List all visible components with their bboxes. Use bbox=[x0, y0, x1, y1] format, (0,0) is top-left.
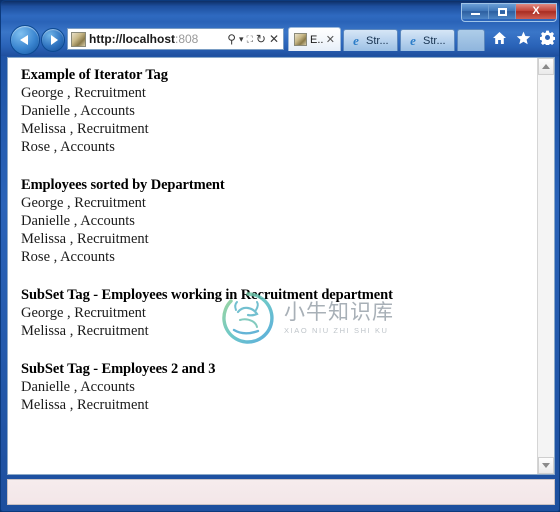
section-heading: SubSet Tag - Employees working in Recrui… bbox=[21, 287, 393, 303]
ie-logo-icon: e bbox=[353, 33, 359, 48]
employee-row: Danielle , Accounts bbox=[21, 103, 135, 119]
back-button[interactable] bbox=[10, 25, 40, 55]
vertical-scrollbar[interactable] bbox=[537, 58, 554, 474]
employee-row: George , Recruitment bbox=[21, 85, 146, 101]
chevron-down-icon[interactable]: ▾ bbox=[239, 34, 244, 44]
employee-row: George , Recruitment bbox=[21, 195, 146, 211]
section-sorted-by-department: Employees sorted by Department George , … bbox=[21, 176, 537, 266]
browser-window: X http://localhost:808 ⚲ ▾ ⛶ ↻ ✕ E... bbox=[0, 0, 560, 512]
section-subset-2-and-3: SubSet Tag - Employees 2 and 3 Danielle … bbox=[21, 360, 537, 414]
compatibility-view-icon[interactable]: ⛶ bbox=[247, 34, 253, 44]
ie-logo-icon: e bbox=[410, 33, 416, 48]
tab-label: E... bbox=[310, 33, 323, 46]
toolbar-right-icons bbox=[492, 30, 555, 45]
tab-close-icon[interactable]: ✕ bbox=[326, 33, 335, 46]
tab-label: Str... bbox=[423, 34, 446, 47]
scroll-up-button[interactable] bbox=[538, 58, 554, 75]
browser-toolbar: http://localhost:808 ⚲ ▾ ⛶ ↻ ✕ E... ✕ e … bbox=[1, 22, 559, 56]
section-heading: SubSet Tag - Employees 2 and 3 bbox=[21, 361, 216, 377]
content-area: Example of Iterator Tag George , Recruit… bbox=[7, 57, 555, 475]
employee-row: George , Recruitment bbox=[21, 305, 146, 321]
url-host: http://localhost bbox=[89, 32, 175, 46]
tab-label: Str... bbox=[366, 34, 389, 47]
minimize-button[interactable] bbox=[462, 4, 489, 19]
employee-row: Danielle , Accounts bbox=[21, 213, 135, 229]
chevron-down-icon bbox=[542, 463, 550, 468]
section-iterator-tag: Example of Iterator Tag George , Recruit… bbox=[21, 66, 537, 156]
chevron-up-icon bbox=[542, 64, 550, 69]
tab-inactive-1[interactable]: e Str... bbox=[343, 29, 398, 51]
refresh-icon[interactable]: ↻ bbox=[256, 33, 266, 45]
employee-row: Melissa , Recruitment bbox=[21, 121, 149, 137]
minimize-icon bbox=[470, 13, 480, 15]
employee-row: Melissa , Recruitment bbox=[21, 231, 149, 247]
new-tab-button[interactable] bbox=[457, 29, 485, 51]
arrow-right-icon bbox=[50, 35, 58, 45]
section-heading: Example of Iterator Tag bbox=[21, 67, 168, 83]
window-controls: X bbox=[461, 3, 557, 22]
section-subset-recruitment: SubSet Tag - Employees working in Recrui… bbox=[21, 286, 537, 340]
forward-button[interactable] bbox=[41, 28, 65, 52]
maximize-icon bbox=[497, 7, 507, 16]
scroll-down-button[interactable] bbox=[538, 457, 554, 474]
employee-row: Rose , Accounts bbox=[21, 249, 115, 265]
address-input[interactable]: http://localhost:808 bbox=[89, 32, 227, 46]
search-icon[interactable]: ⚲ bbox=[227, 33, 236, 45]
scrollbar-track[interactable] bbox=[538, 75, 554, 457]
employee-row: Melissa , Recruitment bbox=[21, 323, 149, 339]
employee-row: Danielle , Accounts bbox=[21, 379, 135, 395]
home-icon[interactable] bbox=[492, 31, 507, 45]
close-button[interactable]: X bbox=[516, 4, 556, 19]
tab-active[interactable]: E... ✕ bbox=[288, 27, 341, 51]
status-bar bbox=[7, 479, 555, 505]
maximize-button[interactable] bbox=[489, 4, 516, 19]
tab-inactive-2[interactable]: e Str... bbox=[400, 29, 455, 51]
page-image-icon bbox=[294, 33, 307, 46]
favorites-star-icon[interactable] bbox=[516, 31, 531, 45]
tab-strip: E... ✕ e Str... e Str... bbox=[288, 27, 485, 51]
employee-row: Melissa , Recruitment bbox=[21, 397, 149, 413]
page-image-icon bbox=[71, 31, 86, 47]
title-bar: X bbox=[1, 1, 559, 22]
address-bar[interactable]: http://localhost:808 ⚲ ▾ ⛶ ↻ ✕ bbox=[67, 28, 284, 50]
arrow-left-icon bbox=[20, 35, 28, 45]
section-heading: Employees sorted by Department bbox=[21, 177, 225, 193]
settings-gear-icon[interactable] bbox=[540, 30, 555, 45]
employee-row: Rose , Accounts bbox=[21, 139, 115, 155]
address-bar-icons: ⚲ ▾ ⛶ ↻ ✕ bbox=[227, 33, 281, 45]
stop-icon[interactable]: ✕ bbox=[269, 33, 279, 45]
url-rest: :808 bbox=[175, 32, 199, 46]
web-page: Example of Iterator Tag George , Recruit… bbox=[8, 58, 537, 474]
